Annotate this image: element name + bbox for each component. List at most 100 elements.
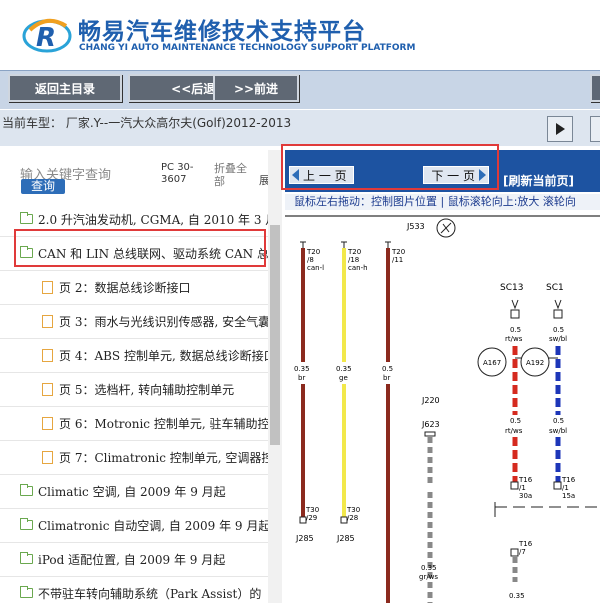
logo-icon: R [22,18,72,53]
label-j220: J220 [421,396,440,405]
tree-page-item[interactable]: 页 6：Motronic 控制单元, 驻车辅助控制 [0,406,282,441]
page-icon [42,450,53,464]
tree-page-item[interactable]: 页 3：雨水与光线识别传感器, 安全气囊 [0,304,282,339]
diagram-viewer: 上 一 页 下 一 页 [刷新当前页] 鼠标左右拖动：控制图片位置 | 鼠标滚轮… [285,150,600,603]
label-t16c: T16 [518,540,533,548]
label-t20-3: T20 [391,248,405,256]
pc-code-label: PC 30- [161,162,194,173]
label-w6: 0.5 [510,417,521,425]
label-w7b: sw/bl [549,427,567,435]
tree-page-item[interactable]: 页 5：选档杆, 转向辅助控制单元 [0,372,282,407]
label-j533: J533 [406,222,425,231]
toggle-panel-button[interactable] [590,116,600,142]
toolbar-extra-button[interactable] [590,74,600,102]
tree-item-label: 页 6：Motronic 控制单元, 驻车辅助控制 [59,416,282,431]
pc-code: PC 30- 3607 [161,162,194,186]
play-icon[interactable] [547,116,573,142]
label-j285b: J285 [336,534,355,543]
label-t16bb: /1 [562,484,569,492]
tree-page-item[interactable]: 页 7：Climatronic 控制单元, 空调器控制 [0,440,282,475]
label-w8b: gr/ws [419,573,438,581]
label-t16a: T16 [518,476,533,484]
site-title: 畅易汽车维修技术支持平台 [78,19,366,45]
tree-item-label: iPod 适配位置, 自 2009 年 9 月起 [38,552,226,567]
header: R 畅易汽车维修技术支持平台 CHANG YI AUTO MAINTENANCE… [0,0,600,70]
label-t30ab: /29 [306,514,317,522]
tree-folder-item[interactable]: Climatic 空调, 自 2009 年 9 月起 [0,474,282,509]
tree-item-label: 不带驻车转向辅助系统（Park Assist）的 [38,586,262,601]
label-w1: 0.5 [510,326,521,334]
label-w5b: br [383,374,390,382]
label-t20-1c: can-l [307,264,324,272]
tree-item-label: Climatic 空调, 自 2009 年 9 月起 [38,484,226,499]
label-sc1: SC1 [546,283,564,293]
label-t16ac: 30a [519,492,532,500]
label-w1b: rt/ws [505,335,523,343]
label-w6b: rt/ws [505,427,523,435]
tree-item-label: 页 5：选档杆, 转向辅助控制单元 [59,382,235,397]
folder-icon [20,552,33,564]
label-j623: J623 [421,420,440,429]
label-j285a: J285 [295,534,314,543]
label-w3: 0.35 [294,365,310,373]
page-icon [42,314,53,328]
label-w2b: sw/bl [549,335,567,343]
label-t16bc: 15a [562,492,575,500]
car-info-bar: 当前车型： 厂家.Y--一汽大众高尔夫(Golf)2012-2013 [0,110,600,146]
search-button[interactable]: 查询 [21,179,65,194]
tree-scrollbar-thumb[interactable] [270,225,280,445]
label-t20-2b: /18 [348,256,359,264]
label-w5: 0.5 [382,365,393,373]
page-icon [42,416,53,430]
label-t30b: T30 [346,506,360,514]
folder-icon [20,212,33,224]
tree-item-label: 页 4：ABS 控制单元, 数据总线诊断接口 [59,348,276,363]
tree-folder-item[interactable]: iPod 适配位置, 自 2009 年 9 月起 [0,542,282,577]
collapse-all-label-2: 部 [214,175,225,188]
tree-item-label: 2.0 升汽油发动机, CGMA, 自 2010 年 3 月 [38,212,278,227]
label-t30bb: /28 [347,514,358,522]
label-t16cb: /7 [519,548,526,556]
label-w9: 0.35 [509,592,525,600]
site-subtitle: CHANG YI AUTO MAINTENANCE TECHNOLOGY SUP… [79,43,416,53]
folder-icon [20,518,33,530]
refresh-page-link[interactable]: [刷新当前页] [503,172,574,189]
folder-icon [20,484,33,496]
tree-item-label: 页 3：雨水与光线识别传感器, 安全气囊 [59,314,271,329]
label-a192: A192 [526,359,544,367]
label-w4: 0.35 [336,365,352,373]
label-t30a: T30 [305,506,319,514]
tree-item-label: Climatronic 自动空调, 自 2009 年 9 月起 [38,518,271,533]
page-icon [42,280,53,294]
tree-folder-item[interactable]: Climatronic 自动空调, 自 2009 年 9 月起 [0,508,282,543]
pc-code-value: 3607 [161,174,187,185]
label-w7: 0.5 [553,417,564,425]
label-w2: 0.5 [553,326,564,334]
tree-folder-item[interactable]: 不带驻车转向辅助系统（Park Assist）的 [0,576,282,603]
selected-item-highlight [14,229,266,267]
label-t20-2: T20 [347,248,361,256]
tree-page-item[interactable]: 页 2：数据总线诊断接口 [0,270,282,305]
forward-button[interactable]: >>前进 [213,74,299,102]
label-a167: A167 [483,359,501,367]
label-w4b: ge [339,374,348,382]
collapse-all-label: 折叠全 [214,162,247,175]
wiring-diagram[interactable]: J533 T20 /8 can-l T20 /18 can-h T20 /11 … [285,212,600,603]
current-car-model: 当前车型： 厂家.Y--一汽大众高尔夫(Golf)2012-2013 [2,116,292,130]
tree-item-label: 页 7：Climatronic 控制单元, 空调器控制 [59,450,282,465]
tree-item-label: 页 2：数据总线诊断接口 [59,280,191,295]
viewer-hint: 鼠标左右拖动：控制图片位置 | 鼠标滚轮向上:放大 滚轮向 [285,194,600,210]
label-t20-2c: can-h [348,264,368,272]
toolbar: 返回主目录 <<后退. >>前进 [0,70,600,109]
label-sc13: SC13 [500,283,523,293]
collapse-all-button[interactable]: 折叠全 部 [214,162,247,188]
label-t16b: T16 [561,476,576,484]
home-button[interactable]: 返回主目录 [8,74,122,102]
label-t20-3b: /11 [392,256,403,264]
label-w8: 0.35 [421,564,437,572]
label-t20-1: T20 [306,248,320,256]
catalog-panel: 输入关键字查询 查询 PC 30- 3607 折叠全 部 展 2.0 升汽油发动… [0,150,282,603]
tree-page-item[interactable]: 页 4：ABS 控制单元, 数据总线诊断接口 [0,338,282,373]
label-t20-1b: /8 [307,256,314,264]
page-icon [42,348,53,362]
